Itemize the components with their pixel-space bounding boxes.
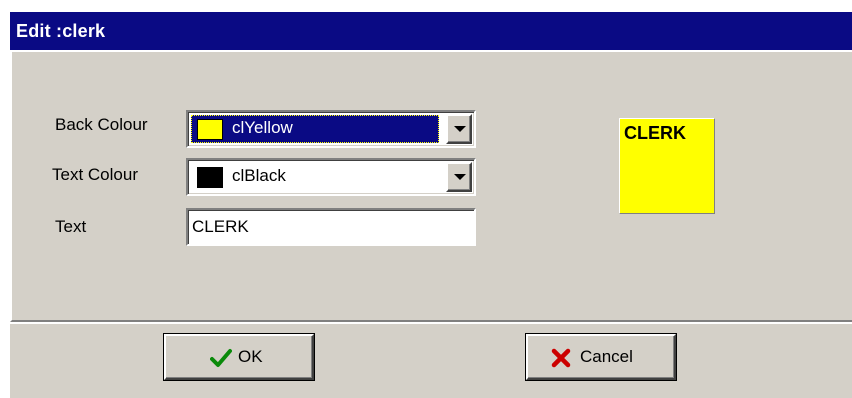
text-colour-label: Text Colour [52, 165, 138, 184]
colour-preview-box: CLERK [619, 118, 715, 214]
dialog-window: Edit :clerk Back Colour clYellow Text Co… [10, 12, 852, 398]
dialog-body: Back Colour clYellow Text Colour clBlack… [10, 50, 852, 398]
back-colour-selection-highlight [191, 115, 439, 143]
text-colour-swatch [197, 167, 223, 188]
back-colour-dropdown[interactable]: clYellow [186, 110, 476, 148]
text-colour-dropdown[interactable]: clBlack [186, 158, 476, 196]
divider [10, 322, 852, 324]
checkmark-icon [210, 349, 232, 367]
chevron-down-icon [454, 126, 466, 132]
ok-button-label: OK [238, 347, 263, 366]
cancel-button[interactable]: Cancel [526, 334, 676, 380]
ok-button[interactable]: OK [164, 334, 314, 380]
red-x-icon [551, 348, 571, 368]
back-colour-swatch [197, 119, 223, 140]
text-label: Text [55, 217, 87, 236]
chevron-down-icon [454, 174, 466, 180]
text-input[interactable] [186, 208, 476, 246]
text-colour-value: clBlack [232, 166, 286, 185]
back-colour-dropdown-button[interactable] [446, 114, 472, 144]
back-colour-label: Back Colour [55, 115, 148, 134]
text-colour-dropdown-button[interactable] [446, 162, 472, 192]
cancel-button-label: Cancel [580, 347, 633, 366]
preview-text: CLERK [624, 123, 686, 143]
window-title: Edit :clerk [16, 21, 106, 41]
title-bar[interactable]: Edit :clerk [10, 12, 852, 50]
form-panel: Back Colour clYellow Text Colour clBlack… [10, 52, 852, 322]
back-colour-value: clYellow [232, 118, 293, 137]
